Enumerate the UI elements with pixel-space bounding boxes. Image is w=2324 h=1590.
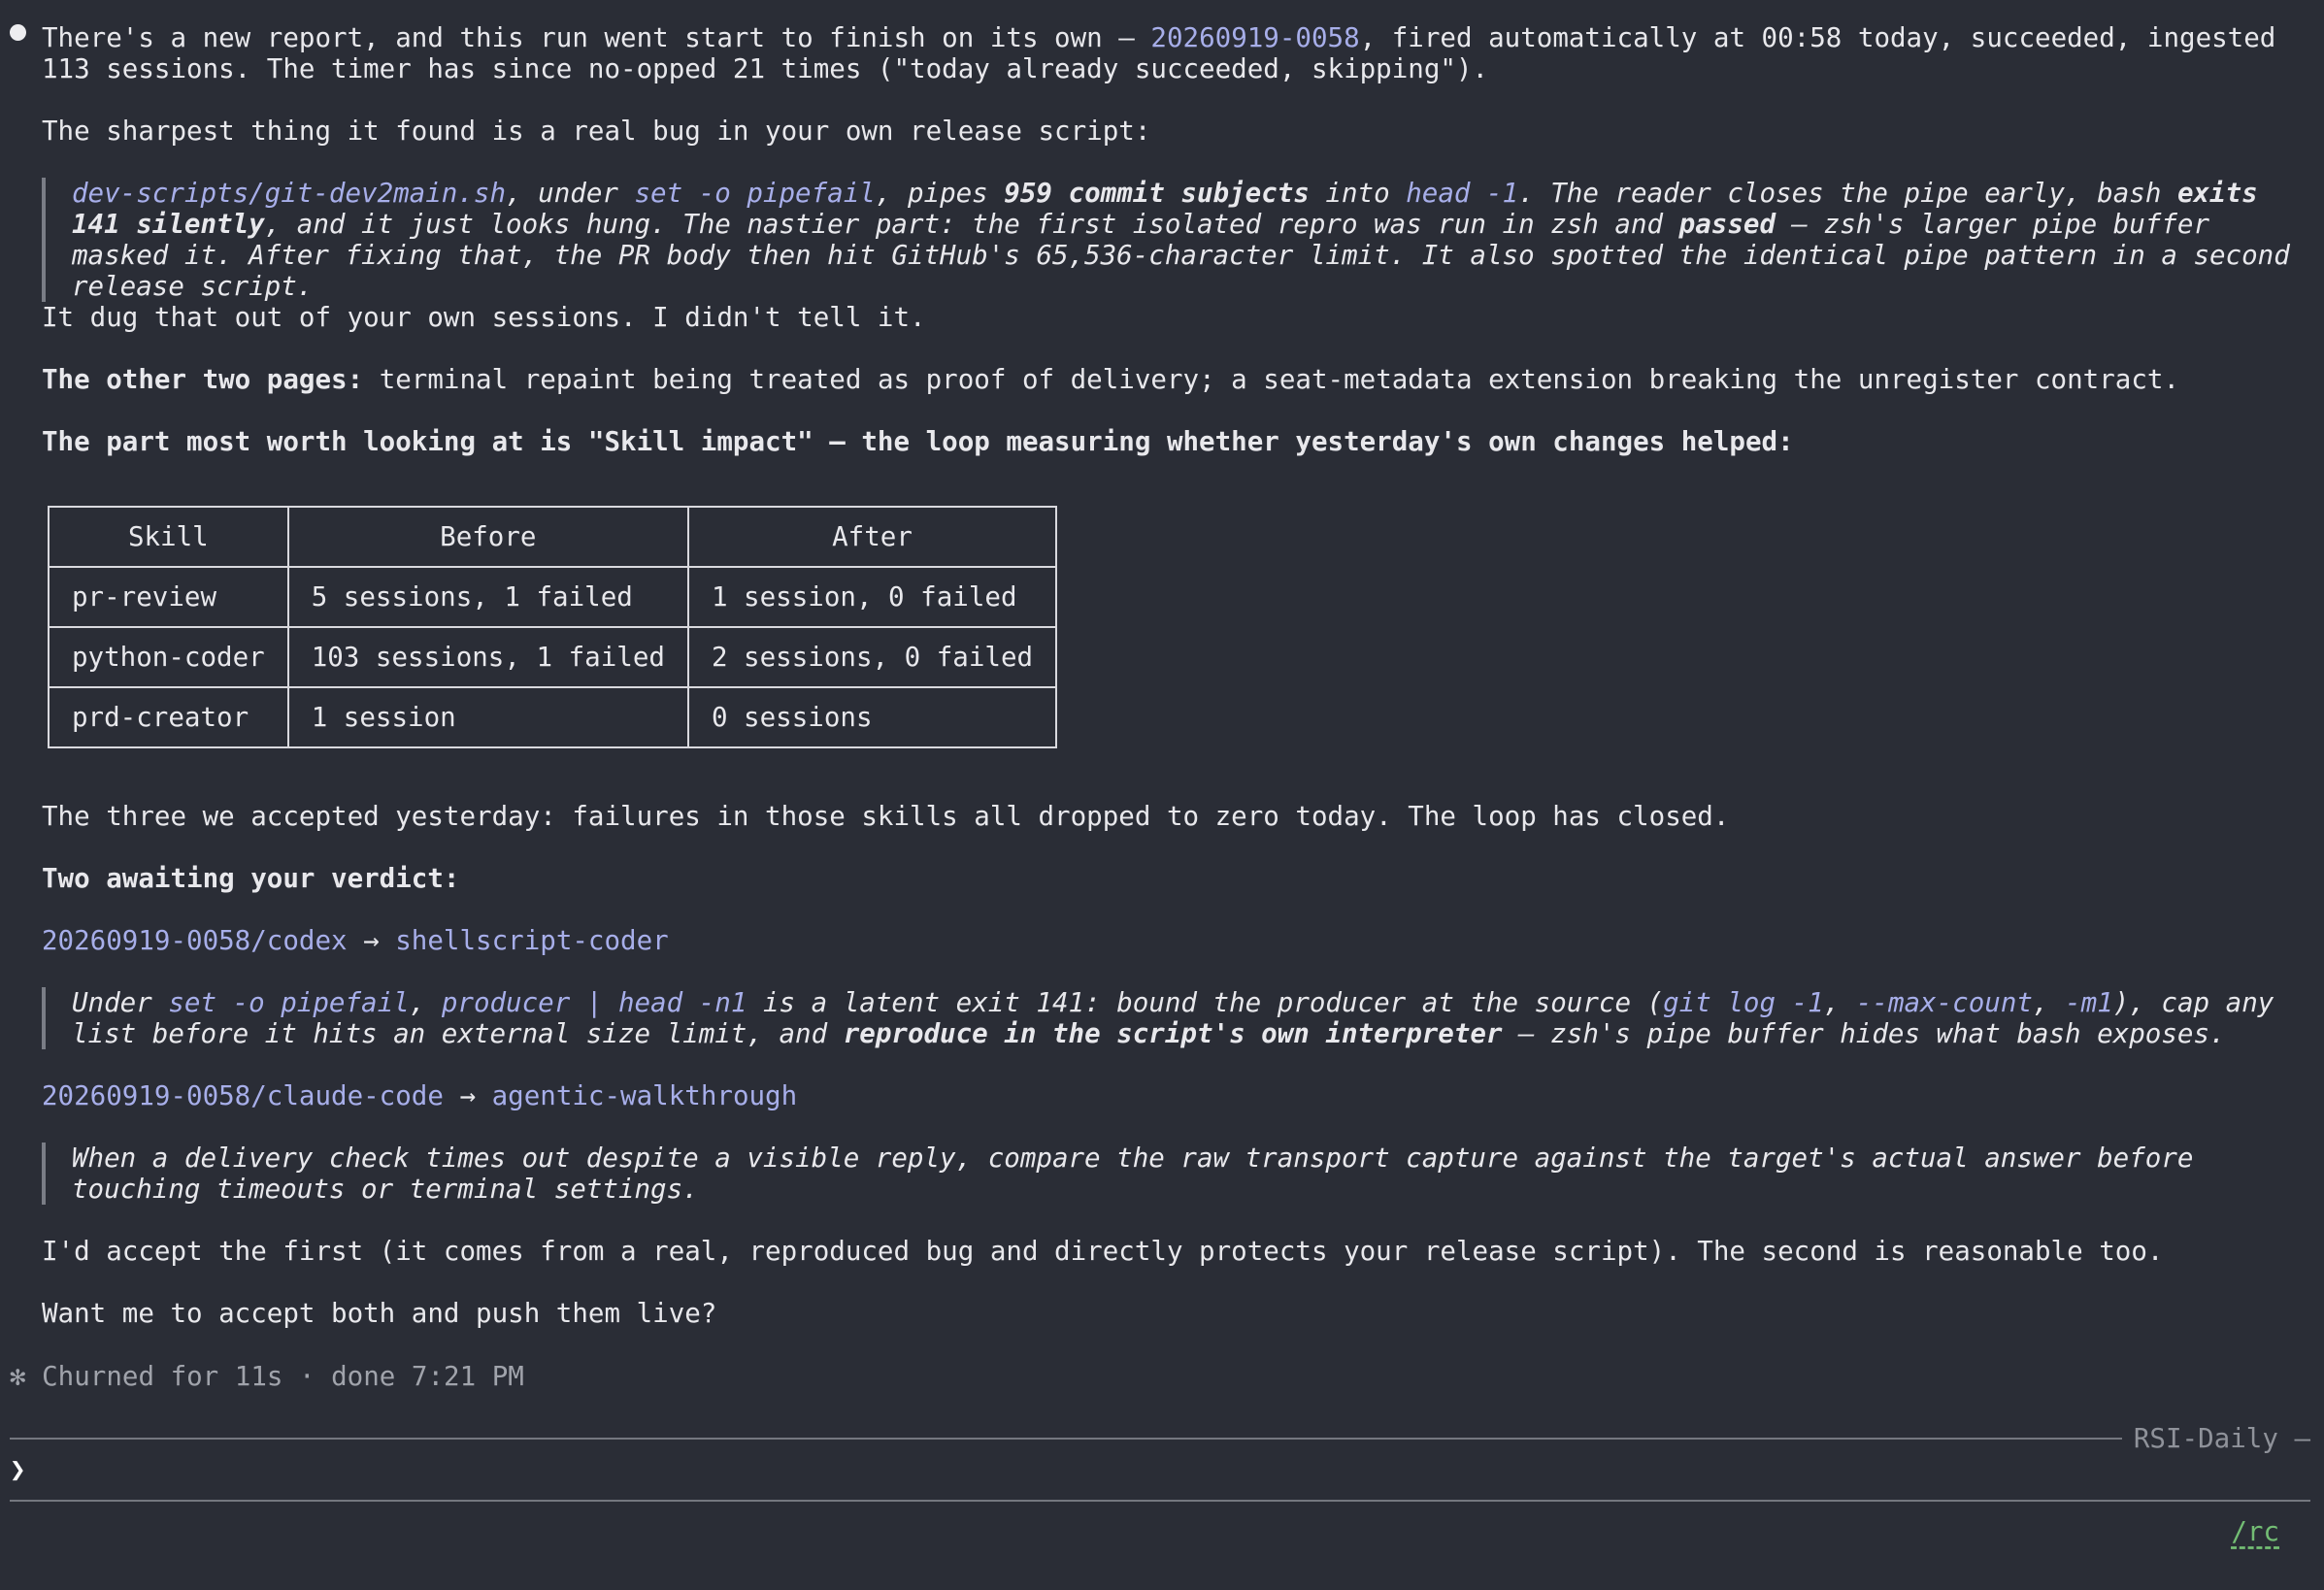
table-header-row: Skill Before After bbox=[48, 506, 1058, 568]
accepted-summary: The three we accepted yesterday: failure… bbox=[42, 801, 1730, 832]
header-skill: Skill bbox=[48, 506, 289, 568]
skill-impact-table: Skill Before After pr-review 5 sessions,… bbox=[48, 506, 1058, 748]
awaiting-heading: Two awaiting your verdict: bbox=[42, 863, 460, 894]
header-after: After bbox=[686, 506, 1058, 568]
input-bottom-divider bbox=[10, 1500, 2310, 1502]
dug-out-line: It dug that out of your own sessions. I … bbox=[42, 302, 926, 333]
head-code: head -1 bbox=[1406, 178, 1519, 209]
table-row: pr-review 5 sessions, 1 failed 1 session… bbox=[48, 566, 1058, 628]
proposal-1-target-link[interactable]: shellscript-coder bbox=[395, 925, 668, 956]
proposal-2-quote: When a delivery check times out despite … bbox=[42, 1143, 2316, 1205]
session-label: RSI-Daily — bbox=[2133, 1423, 2310, 1454]
intro-paragraph: There's a new report, and this run went … bbox=[42, 22, 2292, 84]
proposal-2-header: 20260919-0058/claude-code → agentic-walk… bbox=[42, 1080, 798, 1111]
message-bullet-icon bbox=[10, 24, 26, 41]
bug-quote: dev-scripts/git-dev2main.sh, under set -… bbox=[42, 178, 2316, 302]
question-line: Want me to accept both and push them liv… bbox=[42, 1298, 717, 1329]
script-path-link[interactable]: dev-scripts/git-dev2main.sh bbox=[72, 178, 506, 209]
recommendation-line: I'd accept the first (it comes from a re… bbox=[42, 1236, 2164, 1267]
pipefail-code: set -o pipefail bbox=[634, 178, 876, 209]
proposal-2-source-link[interactable]: 20260919-0058/claude-code bbox=[42, 1080, 444, 1111]
status-line: ✻ Churned for 11s · done 7:21 PM bbox=[10, 1361, 524, 1392]
table-row: prd-creator 1 session 0 sessions bbox=[48, 686, 1058, 748]
input-top-divider bbox=[10, 1438, 2122, 1440]
rc-command-link[interactable]: /rc bbox=[2231, 1516, 2279, 1547]
header-before: Before bbox=[286, 506, 689, 568]
prompt-input[interactable]: ❯ bbox=[10, 1454, 26, 1485]
proposal-1-header: 20260919-0058/codex → shellscript-coder bbox=[42, 925, 669, 956]
run-id-link[interactable]: 20260919-0058 bbox=[1150, 22, 1359, 53]
proposal-1-source-link[interactable]: 20260919-0058/codex bbox=[42, 925, 348, 956]
skill-impact-heading: The part most worth looking at is "Skill… bbox=[42, 426, 1794, 457]
proposal-2-target-link[interactable]: agentic-walkthrough bbox=[492, 1080, 798, 1111]
table-row: python-coder 103 sessions, 1 failed 2 se… bbox=[48, 626, 1058, 688]
terminal-window: There's a new report, and this run went … bbox=[0, 0, 2324, 1590]
bug-intro: The sharpest thing it found is a real bu… bbox=[42, 116, 1151, 147]
proposal-1-quote: Under set -o pipefail, producer | head -… bbox=[42, 987, 2316, 1049]
other-pages-line: The other two pages: terminal repaint be… bbox=[42, 364, 2180, 395]
